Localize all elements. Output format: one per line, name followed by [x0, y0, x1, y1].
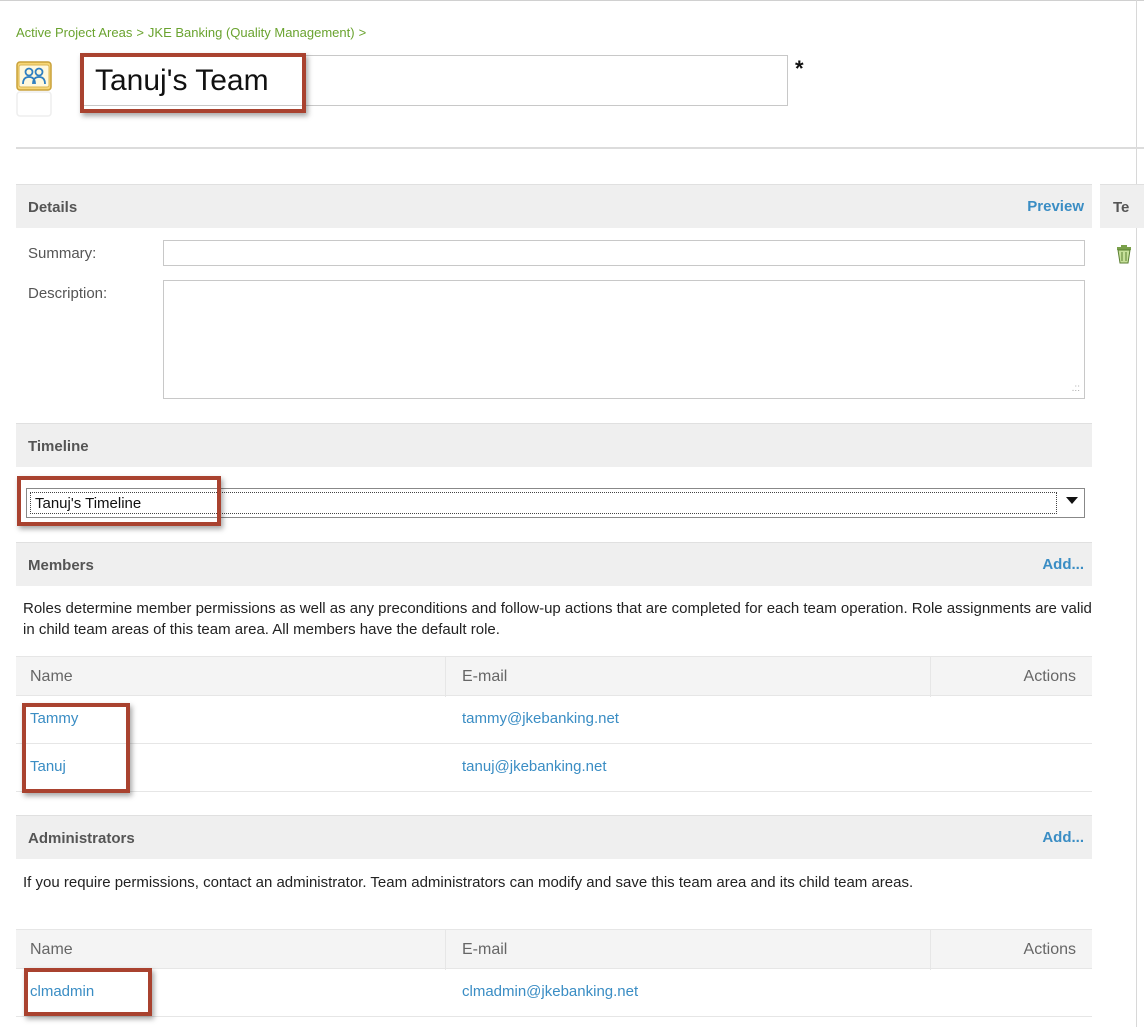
details-title: Details: [28, 199, 78, 216]
members-title: Members: [28, 557, 94, 574]
team-people-icon: [16, 61, 52, 117]
side-panel-title: Te: [1113, 199, 1130, 216]
breadcrumb-separator: >: [358, 25, 367, 40]
members-table-header: Name E-mail Actions: [16, 656, 1092, 697]
description-textarea[interactable]: .::: [163, 280, 1085, 399]
table-row: Tanuj tanuj@jkebanking.net: [16, 744, 1092, 792]
callout-administrator-name: [24, 968, 152, 1016]
breadcrumb: Active Project Areas > JKE Banking (Qualit…: [16, 25, 370, 40]
callout-team-name: [80, 53, 306, 113]
members-table: Name E-mail Actions Tammy tammy@jkebanki…: [16, 656, 1092, 792]
summary-label: Summary:: [28, 245, 97, 262]
administrators-table-header: Name E-mail Actions: [16, 929, 1092, 970]
breadcrumb-active-project-areas[interactable]: Active Project Areas: [16, 25, 132, 40]
add-member-button[interactable]: Add...: [1042, 556, 1084, 573]
column-header-email[interactable]: E-mail: [462, 668, 507, 686]
preview-link[interactable]: Preview: [1027, 198, 1084, 215]
column-divider: [930, 657, 931, 697]
header-divider: [16, 147, 1144, 149]
frame-right-border: [1136, 0, 1137, 1027]
column-header-name[interactable]: Name: [30, 668, 73, 686]
column-header-email[interactable]: E-mail: [462, 941, 507, 959]
description-label: Description:: [28, 285, 108, 302]
required-mark: *: [795, 56, 804, 81]
member-email-link[interactable]: tammy@jkebanking.net: [462, 710, 619, 727]
table-row: clmadmin clmadmin@jkebanking.net: [16, 969, 1092, 1017]
summary-input[interactable]: [163, 240, 1085, 266]
trash-icon[interactable]: [1115, 244, 1133, 264]
member-email-link[interactable]: tanuj@jkebanking.net: [462, 758, 607, 775]
column-divider: [445, 657, 446, 697]
column-divider: [930, 930, 931, 970]
side-panel-header: Te: [1100, 184, 1144, 228]
chevron-down-icon[interactable]: [1066, 497, 1078, 504]
callout-timeline: [17, 476, 221, 526]
administrators-section-header: Administrators Add...: [16, 815, 1092, 859]
table-row: Tammy tammy@jkebanking.net: [16, 696, 1092, 744]
resize-grip-icon[interactable]: .::: [1072, 384, 1080, 394]
members-section-header: Members Add...: [16, 542, 1092, 586]
column-header-name[interactable]: Name: [30, 941, 73, 959]
callout-member-names: [22, 703, 130, 793]
details-section-header: Details Preview: [16, 184, 1092, 228]
administrator-email-link[interactable]: clmadmin@jkebanking.net: [462, 983, 638, 1000]
administrators-help-text: If you require permissions, contact an a…: [23, 874, 914, 891]
members-help-text: Roles determine member permissions as we…: [23, 600, 1092, 638]
administrators-table: Name E-mail Actions clmadmin clmadmin@jk…: [16, 929, 1092, 1017]
add-administrator-button[interactable]: Add...: [1042, 829, 1084, 846]
timeline-section-header: Timeline: [16, 423, 1092, 467]
column-divider: [445, 930, 446, 970]
timeline-title: Timeline: [28, 438, 89, 455]
administrators-title: Administrators: [28, 830, 135, 847]
breadcrumb-separator: >: [136, 25, 144, 40]
column-header-actions: Actions: [1023, 668, 1076, 685]
frame-top-border: [0, 0, 1144, 1]
column-header-actions: Actions: [1023, 941, 1076, 958]
breadcrumb-project[interactable]: JKE Banking (Quality Management): [148, 25, 355, 40]
